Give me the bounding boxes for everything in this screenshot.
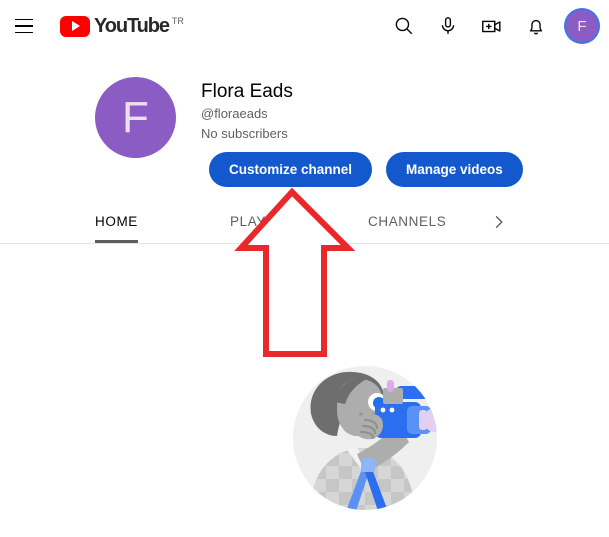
illustration-graphic <box>293 366 437 510</box>
account-avatar-letter: F <box>577 17 587 35</box>
camera-button <box>380 407 386 413</box>
subscriber-count: No subscribers <box>201 126 288 141</box>
tab-home[interactable]: HOME <box>95 200 138 243</box>
youtube-play-icon <box>60 15 90 37</box>
channel-meta: Flora Eads @floraeads No subscribers <box>201 68 293 144</box>
youtube-logo[interactable]: YouTube TR <box>60 14 184 37</box>
youtube-channel-page: YouTube TR F F Flora Eads @floraeads No … <box>0 0 609 537</box>
channel-name: Flora Eads <box>201 81 293 102</box>
hamburger-line <box>15 25 33 27</box>
search-icon[interactable] <box>386 8 422 44</box>
microphone-glyph <box>441 17 455 34</box>
notifications-bell-icon[interactable] <box>518 8 554 44</box>
camera-mic <box>387 380 394 392</box>
masthead: YouTube TR F <box>0 0 609 52</box>
channel-handle: @floraeads <box>201 106 268 121</box>
hamburger-menu-icon[interactable] <box>4 6 44 46</box>
microphone-icon[interactable] <box>430 8 466 44</box>
camera-button <box>389 407 395 413</box>
account-avatar[interactable]: F <box>566 10 598 42</box>
tab-channels[interactable]: CHANNELS <box>368 200 446 243</box>
create-video-icon[interactable] <box>474 8 510 44</box>
bell-glyph <box>529 19 543 35</box>
youtube-wordmark: YouTube <box>94 14 170 37</box>
channel-avatar[interactable]: F <box>95 77 176 158</box>
lens-ring <box>419 410 427 430</box>
channel-tabs: HOME PLAYLISTS CHANNELS <box>0 200 609 244</box>
country-code-label: TR <box>171 15 184 26</box>
create-video-glyph <box>482 20 501 33</box>
hamburger-line <box>15 18 33 21</box>
tripod-head <box>361 458 375 472</box>
camera-lens <box>425 408 437 432</box>
videographer-with-camera-illustration <box>287 362 457 522</box>
search-glyph <box>395 17 413 35</box>
hamburger-line <box>15 31 33 34</box>
manage-videos-button[interactable]: Manage videos <box>386 152 523 187</box>
channel-avatar-letter: F <box>122 92 149 142</box>
masthead-actions: F <box>386 0 601 52</box>
customize-channel-button[interactable]: Customize channel <box>209 152 373 187</box>
tab-playlists[interactable]: PLAYLISTS <box>230 200 306 243</box>
chevron-right-glyph <box>495 215 503 228</box>
channel-action-buttons: Customize channel Manage videos <box>209 152 523 187</box>
chevron-right-icon[interactable] <box>487 200 511 243</box>
channel-header: F Flora Eads @floraeads No subscribers <box>0 68 609 158</box>
